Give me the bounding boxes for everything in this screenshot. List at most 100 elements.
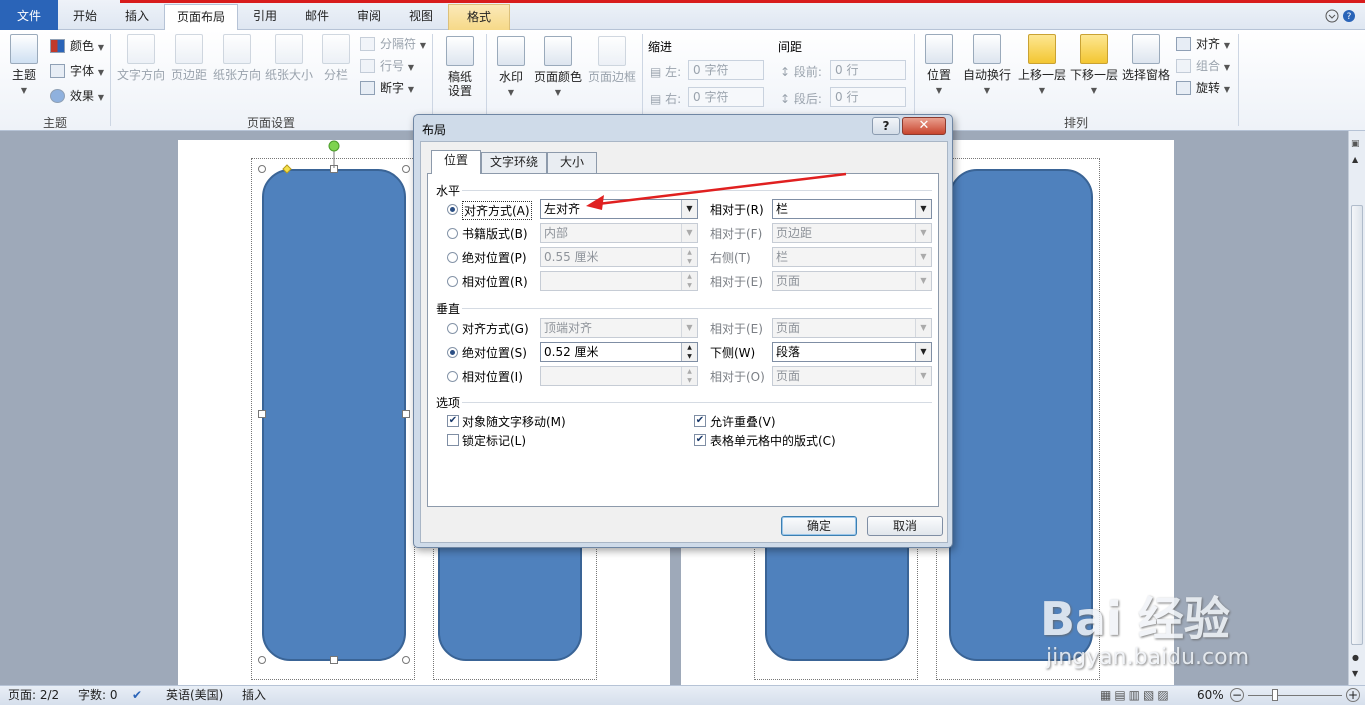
- h-relative-radio[interactable]: [447, 276, 458, 287]
- h-absolute-relative-dropdown[interactable]: 栏 ▼: [772, 247, 932, 267]
- themes-icon: [10, 34, 38, 64]
- next-page-icon[interactable]: ▼: [1352, 669, 1358, 678]
- v-relative-spinner[interactable]: ▲ ▼: [540, 366, 698, 386]
- h-relative-relative-dropdown[interactable]: 页面 ▼: [772, 271, 932, 291]
- tab-mailings[interactable]: 邮件: [292, 4, 342, 30]
- browse-object-icon[interactable]: ●: [1352, 653, 1359, 662]
- rounded-rectangle-shape-selected[interactable]: [262, 169, 406, 661]
- tab-page-layout[interactable]: 页面布局: [164, 4, 238, 31]
- page-color-button[interactable]: 页面颜色 ▼: [532, 36, 584, 100]
- h-absolute-spinner[interactable]: 0.55 厘米 ▲ ▼: [540, 247, 698, 267]
- rotate-handle-icon[interactable]: [278, 140, 348, 176]
- resize-handle[interactable]: [258, 165, 266, 173]
- tab-view[interactable]: 视图: [396, 4, 446, 30]
- v-alignment-dropdown[interactable]: 顶端对齐 ▼: [540, 318, 698, 338]
- hyphenation-button[interactable]: 断字 ▼: [360, 78, 414, 98]
- resize-handle[interactable]: [258, 656, 266, 664]
- view-buttons-icon[interactable]: ▦▤▥▧▨: [1100, 686, 1172, 705]
- columns-button[interactable]: 分栏: [318, 34, 354, 82]
- position-button[interactable]: 位置 ▼: [922, 34, 956, 98]
- h-absolute-radio[interactable]: [447, 252, 458, 263]
- manuscript-settings-button[interactable]: 稿纸 设置: [440, 36, 480, 98]
- rotate-button[interactable]: 旋转 ▼: [1176, 78, 1230, 98]
- resize-handle[interactable]: [402, 656, 410, 664]
- zoom-slider[interactable]: [1248, 695, 1342, 696]
- fonts-button[interactable]: 字体 ▼: [50, 61, 104, 81]
- themes-button[interactable]: 主题 ▼: [6, 34, 42, 98]
- wrap-text-button[interactable]: 自动换行 ▼: [960, 34, 1014, 98]
- indent-right-input[interactable]: 0 字符: [688, 87, 764, 107]
- zoom-slider-thumb[interactable]: [1272, 689, 1278, 701]
- zoom-in-button[interactable]: +: [1346, 688, 1360, 702]
- tab-file[interactable]: 文件: [0, 0, 58, 30]
- page-borders-button[interactable]: 页面边框: [586, 36, 638, 84]
- zoom-out-button[interactable]: −: [1230, 688, 1244, 702]
- v-absolute-spinner[interactable]: 0.52 厘米 ▲ ▼: [540, 342, 698, 362]
- help-button[interactable]: ?: [872, 117, 900, 135]
- ok-button[interactable]: 确定: [781, 516, 857, 536]
- send-backward-button[interactable]: 下移一层 ▼: [1068, 34, 1120, 98]
- scroll-up-icon[interactable]: ▲: [1352, 155, 1358, 164]
- h-alignment-radio[interactable]: [447, 204, 458, 215]
- resize-handle[interactable]: [258, 410, 266, 418]
- v-relative-radio[interactable]: [447, 371, 458, 382]
- page-size-button[interactable]: 纸张大小: [264, 34, 314, 82]
- lock-anchor-checkbox[interactable]: [447, 434, 459, 446]
- ribbon-minimize-icon[interactable]: ?: [1297, 6, 1357, 26]
- v-relative-relative-dropdown[interactable]: 页面 ▼: [772, 366, 932, 386]
- resize-handle[interactable]: [402, 165, 410, 173]
- zoom-level[interactable]: 60%: [1197, 686, 1224, 705]
- group-objects-button[interactable]: 组合 ▼: [1176, 56, 1230, 76]
- status-insert-mode[interactable]: 插入: [242, 686, 266, 705]
- h-book-layout-radio[interactable]: [447, 228, 458, 239]
- v-absolute-radio[interactable]: [447, 347, 458, 358]
- tab-format[interactable]: 格式: [448, 4, 510, 30]
- proofing-icon[interactable]: ✔: [132, 686, 142, 705]
- resize-handle[interactable]: [330, 656, 338, 664]
- allow-overlap-checkbox[interactable]: ✔: [694, 415, 706, 427]
- orientation-button[interactable]: 纸张方向: [212, 34, 262, 82]
- tab-home[interactable]: 开始: [60, 4, 110, 30]
- close-button[interactable]: ✕: [902, 117, 946, 135]
- status-language[interactable]: 英语(美国): [166, 686, 223, 705]
- h-book-layout-relative-dropdown[interactable]: 页边距 ▼: [772, 223, 932, 243]
- move-with-text-checkbox[interactable]: ✔: [447, 415, 459, 427]
- v-absolute-relative-dropdown[interactable]: 段落 ▼: [772, 342, 932, 362]
- v-alignment-relative-dropdown[interactable]: 页面 ▼: [772, 318, 932, 338]
- h-relative-spinner[interactable]: ▲ ▼: [540, 271, 698, 291]
- cancel-button[interactable]: 取消: [867, 516, 943, 536]
- tab-text-wrapping[interactable]: 文字环绕: [481, 152, 547, 173]
- bring-forward-button[interactable]: 上移一层 ▼: [1016, 34, 1068, 98]
- spacing-before-input[interactable]: 0 行: [830, 60, 906, 80]
- tab-review[interactable]: 审阅: [346, 4, 392, 30]
- orientation-icon: [223, 34, 251, 64]
- breaks-button[interactable]: 分隔符 ▼: [360, 34, 426, 54]
- spacing-after-input[interactable]: 0 行: [830, 87, 906, 107]
- scrollbar-thumb[interactable]: [1351, 205, 1363, 645]
- dropdown-arrow-icon: ▼: [915, 343, 931, 361]
- rounded-rectangle-shape[interactable]: [438, 535, 582, 661]
- indent-left-input[interactable]: 0 字符: [688, 60, 764, 80]
- ruler-toggle-icon[interactable]: ▣: [1351, 139, 1360, 149]
- margins-button[interactable]: 页边距: [168, 34, 210, 82]
- resize-handle[interactable]: [402, 410, 410, 418]
- colors-button[interactable]: 颜色 ▼: [50, 36, 104, 56]
- status-page[interactable]: 页面: 2/2: [8, 686, 59, 705]
- tab-references[interactable]: 引用: [242, 4, 288, 30]
- layout-in-cell-checkbox[interactable]: ✔: [694, 434, 706, 446]
- tab-insert[interactable]: 插入: [112, 4, 162, 30]
- rounded-rectangle-shape[interactable]: [765, 535, 909, 661]
- line-numbers-button[interactable]: 行号 ▼: [360, 56, 414, 76]
- dropdown-arrow-icon: ▼: [915, 272, 931, 290]
- effects-icon: [50, 89, 65, 103]
- fonts-icon: [50, 64, 65, 78]
- status-word-count[interactable]: 字数: 0: [78, 686, 118, 705]
- align-button[interactable]: 对齐 ▼: [1176, 34, 1230, 54]
- text-direction-button[interactable]: 文字方向: [116, 34, 166, 82]
- effects-button[interactable]: 效果 ▼: [50, 86, 104, 106]
- watermark-button[interactable]: 水印 ▼: [494, 36, 528, 100]
- h-book-layout-dropdown[interactable]: 内部 ▼: [540, 223, 698, 243]
- tab-position[interactable]: 位置: [431, 150, 481, 174]
- v-alignment-radio[interactable]: [447, 323, 458, 334]
- selection-pane-button[interactable]: 选择窗格: [1120, 34, 1172, 82]
